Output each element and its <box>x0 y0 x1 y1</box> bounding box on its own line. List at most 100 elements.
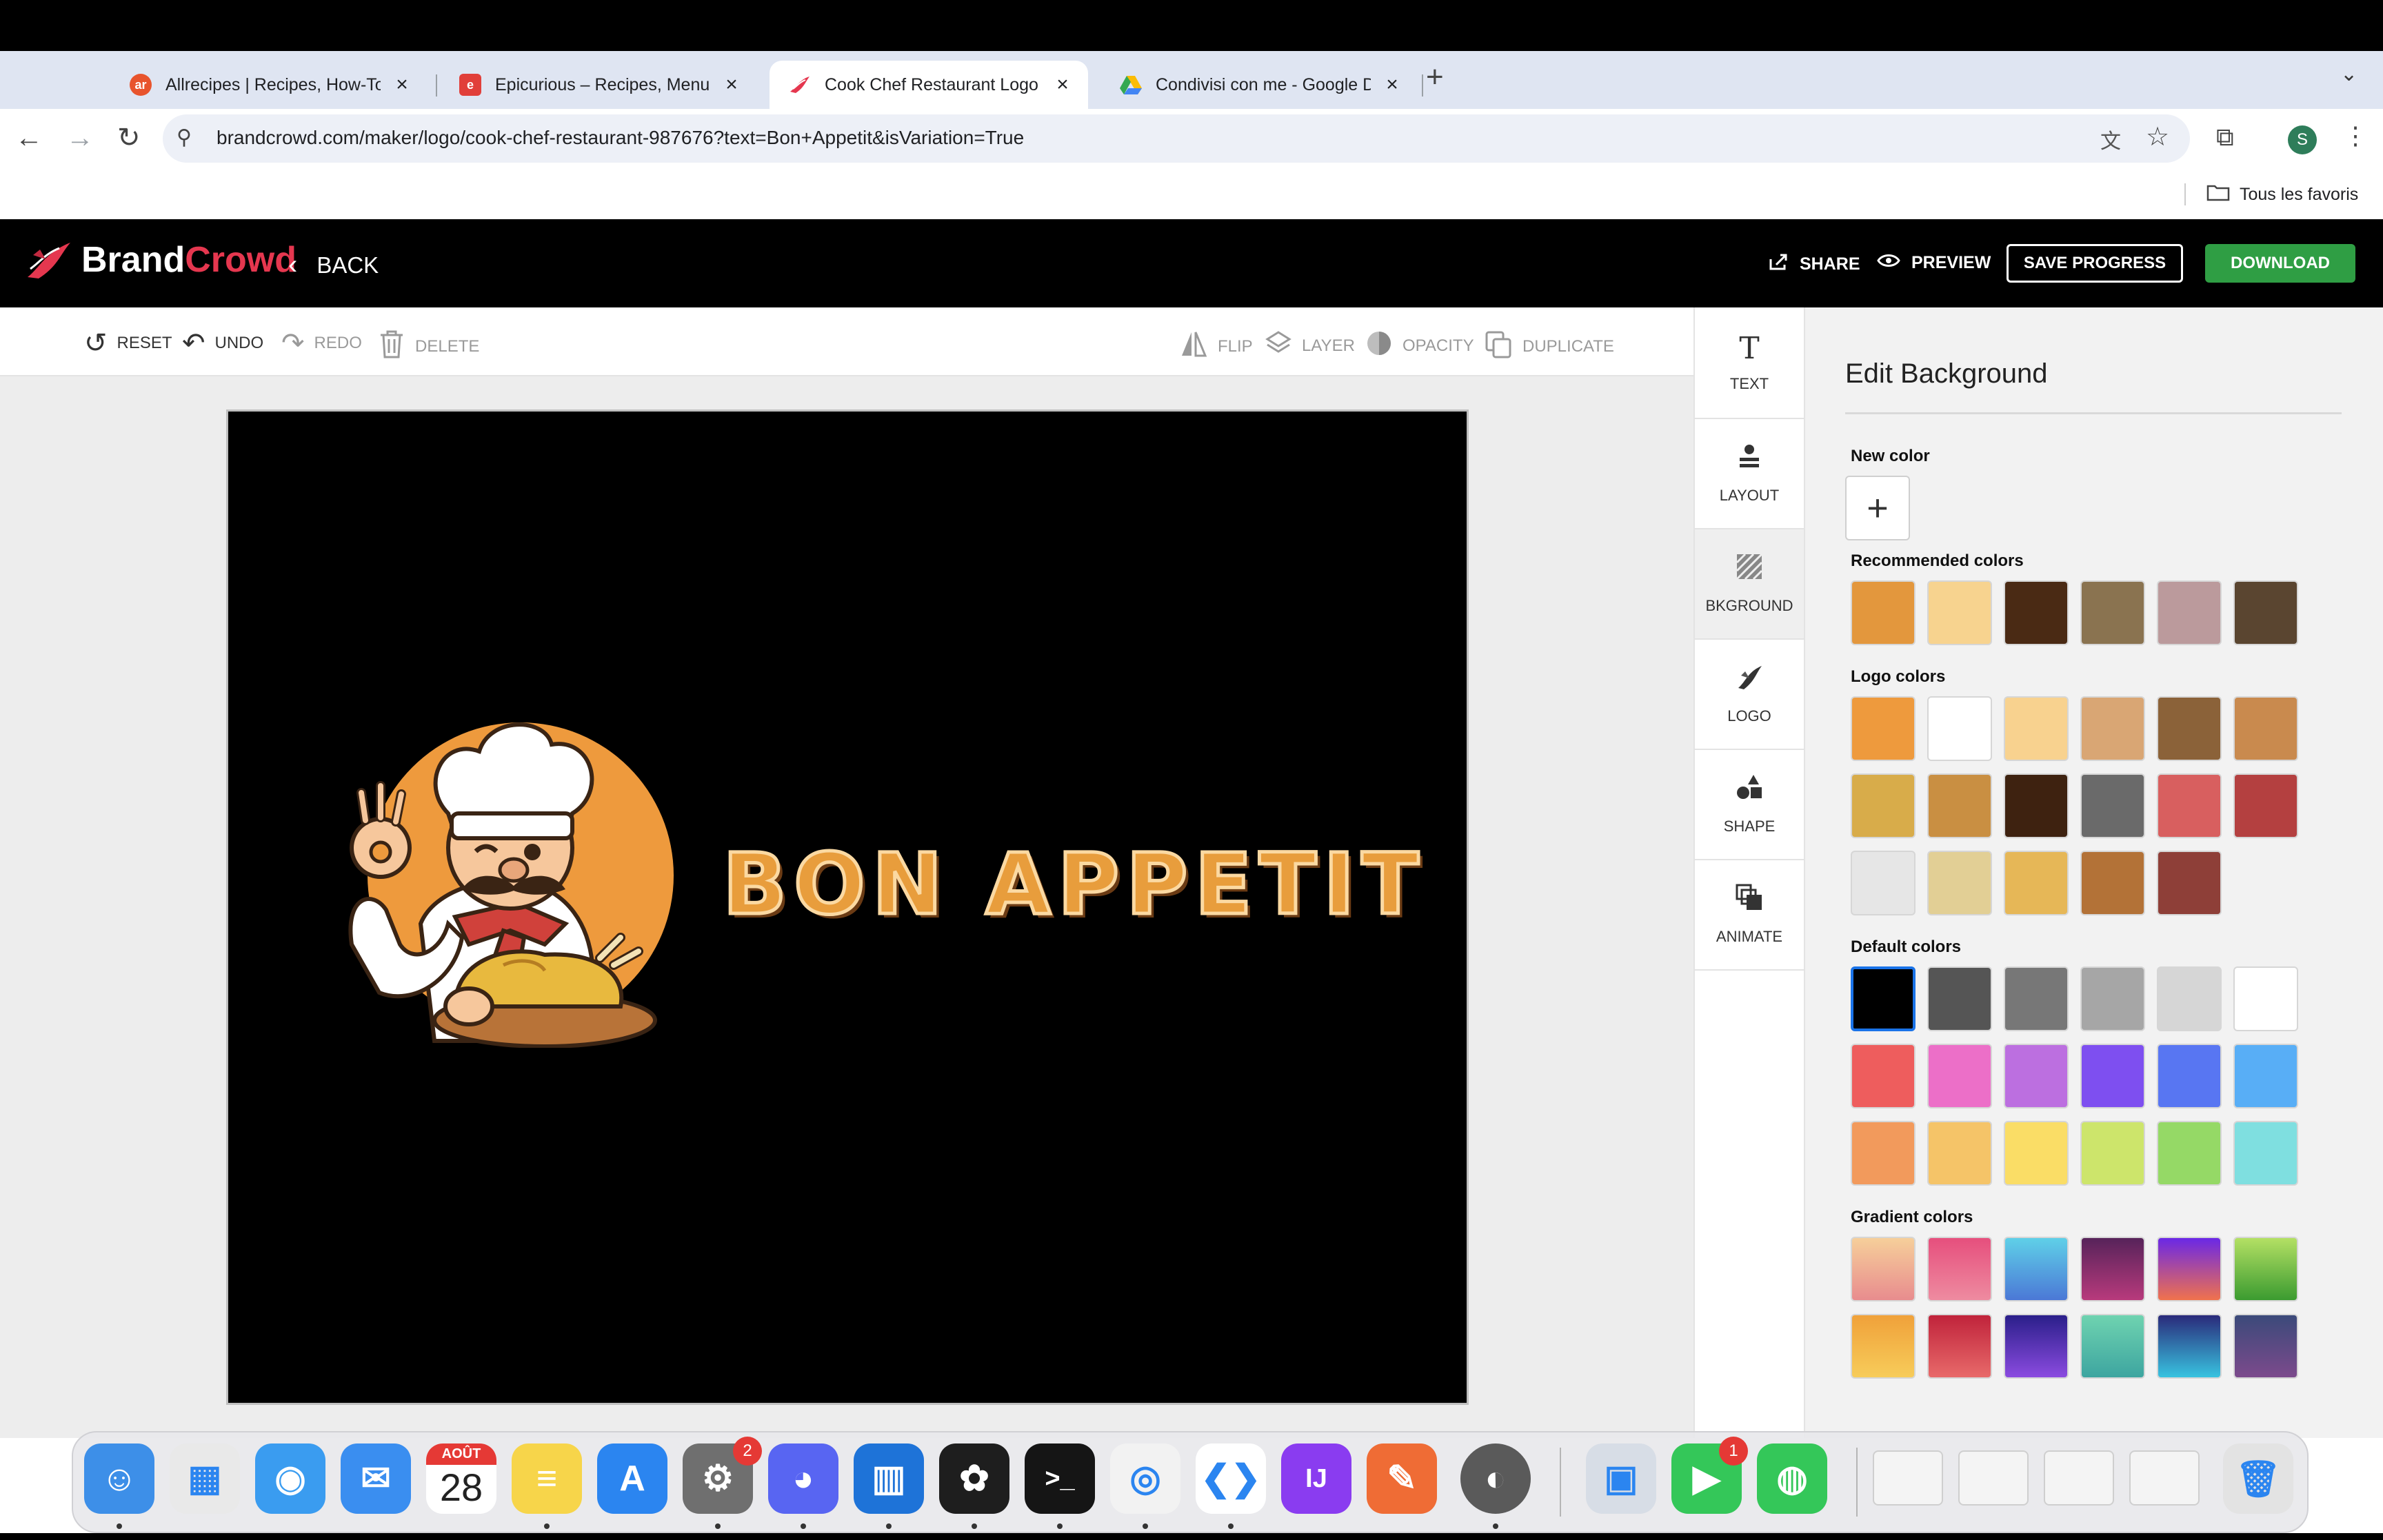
tool-shape[interactable]: SHAPE <box>1695 750 1804 860</box>
gradient-color-swatch[interactable] <box>2080 1314 2145 1379</box>
tableplus-icon[interactable]: ◐ <box>1460 1443 1531 1514</box>
close-icon[interactable]: × <box>390 73 414 97</box>
opacity-button[interactable]: OPACITY <box>1365 330 1474 362</box>
logo-color-swatch[interactable] <box>2080 851 2145 915</box>
tab-epicurious[interactable]: e Epicurious – Recipes, Menu Ideas × <box>440 61 757 109</box>
close-icon[interactable]: × <box>1051 73 1074 97</box>
logo-color-swatch[interactable] <box>1927 773 1992 838</box>
discord-icon[interactable]: ◕ <box>768 1443 838 1514</box>
postman-icon[interactable]: ✎ <box>1367 1443 1437 1514</box>
recommended-color-swatch[interactable] <box>2080 580 2145 645</box>
extensions-icon[interactable]: ⧉ <box>2216 123 2234 152</box>
logo-color-swatch[interactable] <box>2004 773 2069 838</box>
gradient-color-swatch[interactable] <box>2004 1314 2069 1379</box>
recent-window-3[interactable] <box>2044 1450 2114 1506</box>
trash-icon[interactable]: 🗑 <box>2223 1443 2293 1514</box>
logo-text[interactable]: BON APPETIT <box>721 841 1426 929</box>
terminal-icon[interactable]: >_ <box>1025 1443 1095 1514</box>
gradient-color-swatch[interactable] <box>2233 1237 2298 1301</box>
preview-icon[interactable]: ▣ <box>1586 1443 1656 1514</box>
default-color-swatch[interactable] <box>1927 1121 1992 1186</box>
gradient-color-swatch[interactable] <box>2157 1237 2222 1301</box>
default-color-swatch[interactable] <box>2233 1044 2298 1108</box>
logo-color-swatch[interactable] <box>2233 773 2298 838</box>
gradient-color-swatch[interactable] <box>2004 1237 2069 1301</box>
messages-icon[interactable]: ◍ <box>1757 1443 1827 1514</box>
recommended-color-swatch[interactable] <box>2157 580 2222 645</box>
chrome-icon[interactable]: ◎ <box>1110 1443 1180 1514</box>
delete-button[interactable]: DELETE <box>378 330 479 363</box>
logo-color-swatch[interactable] <box>2157 851 2222 915</box>
flip-button[interactable]: FLIP <box>1179 330 1253 363</box>
notes-icon[interactable]: ≡ <box>512 1443 582 1514</box>
logo-color-swatch[interactable] <box>2004 696 2069 761</box>
logo-color-swatch[interactable] <box>1851 696 1916 761</box>
default-color-swatch[interactable] <box>1927 1044 1992 1108</box>
chevron-down-icon[interactable]: ⌄ <box>2340 62 2357 86</box>
gradient-color-swatch[interactable] <box>1927 1314 1992 1379</box>
gradient-color-swatch[interactable] <box>1851 1314 1916 1379</box>
recommended-color-swatch[interactable] <box>2233 580 2298 645</box>
layer-button[interactable]: LAYER <box>1265 330 1355 362</box>
logo-color-swatch[interactable] <box>1851 851 1916 915</box>
gradient-color-swatch[interactable] <box>1851 1237 1916 1301</box>
logo-color-swatch[interactable] <box>2080 696 2145 761</box>
app-store-icon[interactable]: A <box>597 1443 667 1514</box>
logo-color-swatch[interactable] <box>1927 696 1992 761</box>
gradient-color-swatch[interactable] <box>2233 1314 2298 1379</box>
more-menu-icon[interactable]: ⋮ <box>2343 121 2368 150</box>
undo-button[interactable]: ↶ UNDO <box>182 330 263 357</box>
url-text[interactable]: brandcrowd.com/maker/logo/cook-chef-rest… <box>217 127 1024 149</box>
recommended-color-swatch[interactable] <box>2004 580 2069 645</box>
default-color-swatch[interactable] <box>1851 1044 1916 1108</box>
launchpad-icon[interactable]: ▦ <box>170 1443 240 1514</box>
save-progress-button[interactable]: SAVE PROGRESS <box>2007 244 2183 283</box>
tool-text[interactable]: T TEXT <box>1695 309 1804 419</box>
calendar-icon[interactable]: AOÛT 28 <box>426 1443 496 1514</box>
tool-layout[interactable]: LAYOUT <box>1695 419 1804 529</box>
redo-button[interactable]: ↷ REDO <box>281 330 362 357</box>
recommended-color-swatch[interactable] <box>1851 580 1916 645</box>
logo-color-swatch[interactable] <box>2233 696 2298 761</box>
add-color-button[interactable]: + <box>1845 476 1910 540</box>
logo-color-swatch[interactable] <box>1851 773 1916 838</box>
logo-color-swatch[interactable] <box>2080 773 2145 838</box>
forward-arrow-icon[interactable]: → <box>66 123 94 153</box>
all-bookmarks-button[interactable]: Tous les favoris <box>2206 183 2358 206</box>
default-color-swatch[interactable] <box>1851 1121 1916 1186</box>
default-color-swatch[interactable] <box>2080 966 2145 1031</box>
recent-window-4[interactable] <box>2129 1450 2200 1506</box>
safari-icon[interactable]: ◉ <box>255 1443 325 1514</box>
default-color-swatch[interactable] <box>2157 1121 2222 1186</box>
tab-brandcrowd[interactable]: Cook Chef Restaurant Logo | BrandCrowd × <box>770 61 1088 109</box>
trello-icon[interactable]: ▥ <box>854 1443 924 1514</box>
gradient-color-swatch[interactable] <box>2157 1314 2222 1379</box>
default-color-swatch[interactable] <box>2004 966 2069 1031</box>
figma-icon[interactable]: ✿ <box>939 1443 1009 1514</box>
gradient-color-swatch[interactable] <box>1927 1237 1992 1301</box>
new-tab-button[interactable]: + <box>1426 62 1444 92</box>
site-settings-icon[interactable]: ⚲ <box>177 125 192 150</box>
back-arrow-icon[interactable]: ← <box>15 123 43 153</box>
default-color-swatch[interactable] <box>1927 966 1992 1031</box>
default-color-swatch[interactable] <box>2157 1044 2222 1108</box>
default-color-swatch[interactable] <box>2157 966 2222 1031</box>
tool-background[interactable]: BKGROUND <box>1695 529 1804 640</box>
default-color-swatch[interactable] <box>2004 1121 2069 1186</box>
tab-allrecipes[interactable]: ar Allrecipes | Recipes, How-Tos × <box>110 61 428 109</box>
duplicate-button[interactable]: DUPLICATE <box>1484 330 1614 363</box>
recent-window-1[interactable] <box>1873 1450 1943 1506</box>
mail-icon[interactable]: ✉ <box>341 1443 411 1514</box>
logo-color-swatch[interactable] <box>2157 773 2222 838</box>
reset-button[interactable]: ↺ RESET <box>84 330 172 357</box>
translate-icon[interactable]: 文 <box>2100 124 2121 154</box>
back-button[interactable]: ‹ BACK <box>288 250 379 281</box>
chef-mascot-logo[interactable] <box>338 717 683 1051</box>
default-color-swatch[interactable] <box>2233 966 2298 1031</box>
tool-logo[interactable]: LOGO <box>1695 640 1804 750</box>
default-color-swatch[interactable] <box>2080 1121 2145 1186</box>
default-color-swatch[interactable] <box>2233 1121 2298 1186</box>
download-button[interactable]: DOWNLOAD <box>2205 244 2355 283</box>
star-icon[interactable]: ☆ <box>2146 121 2169 152</box>
close-icon[interactable]: × <box>1380 73 1404 97</box>
